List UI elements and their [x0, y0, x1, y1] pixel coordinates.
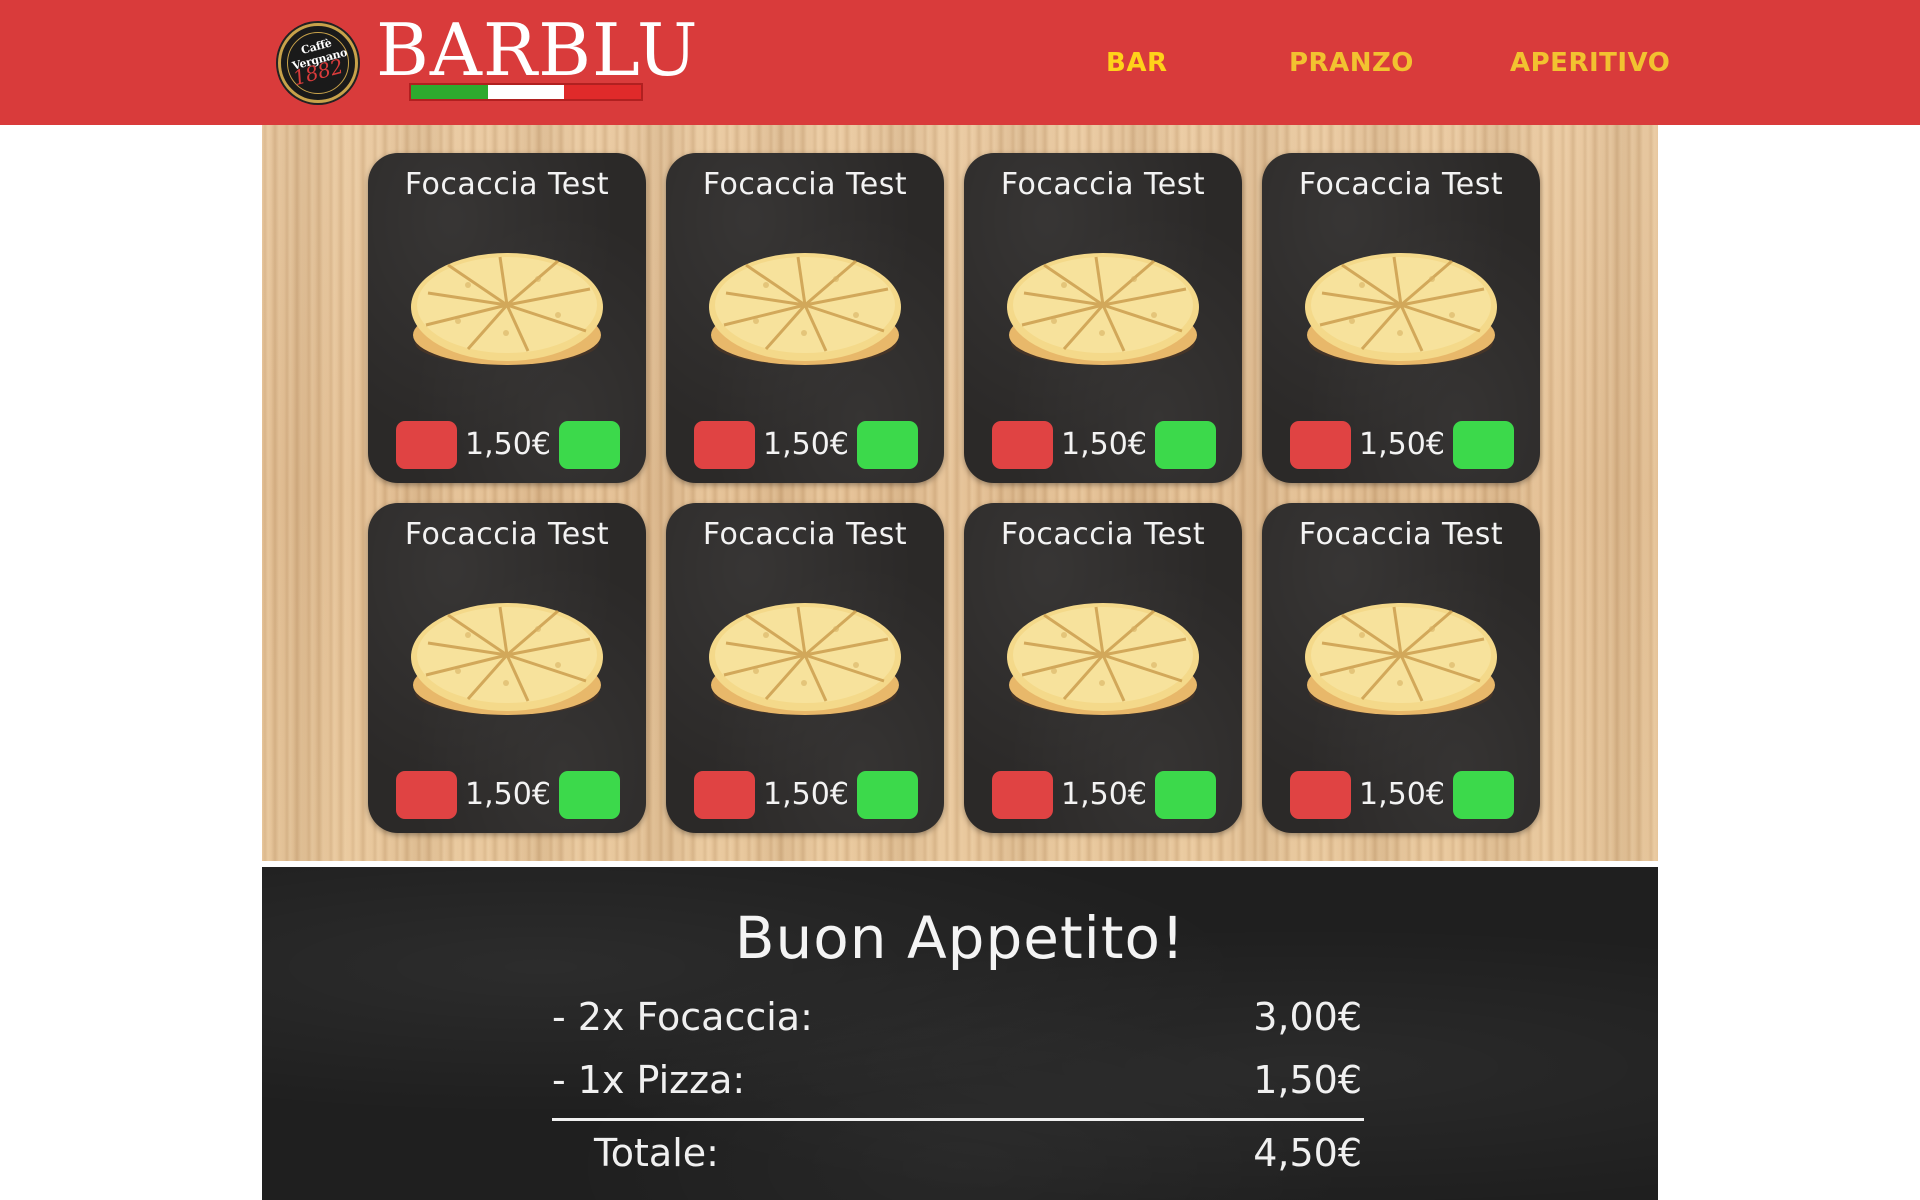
product-card: Focaccia Test 1,50€	[368, 153, 646, 483]
product-card: Focaccia Test 1,50€	[1262, 503, 1540, 833]
order-summary-board: Buon Appetito! - 2x Focaccia: 3,00€ - 1x…	[262, 867, 1658, 1200]
summary-total: Totale: 4,50€	[552, 1128, 1362, 1178]
summary-line-amount: 3,00€	[1253, 995, 1362, 1039]
flag-red	[564, 85, 642, 99]
focaccia-image	[1007, 603, 1199, 715]
summary-line-label: - 2x Focaccia:	[552, 995, 813, 1039]
header-bar: Caffè Vergnano 1882 BARBLU BAR PRANZO AP…	[0, 0, 1920, 125]
product-image	[706, 245, 904, 371]
product-name: Focaccia Test	[1000, 167, 1206, 202]
product-price: 1,50€	[763, 777, 849, 812]
product-name: Focaccia Test	[404, 167, 610, 202]
product-name: Focaccia Test	[1298, 167, 1504, 202]
focaccia-image	[1305, 253, 1497, 365]
summary-total-amount: 4,50€	[1253, 1131, 1362, 1175]
add-item-button[interactable]	[1453, 771, 1514, 819]
summary-line-label: - 1x Pizza:	[552, 1058, 746, 1102]
product-price: 1,50€	[1359, 427, 1445, 462]
product-image	[408, 245, 606, 371]
focaccia-image	[709, 253, 901, 365]
caffe-vergnano-logo: Caffè Vergnano 1882	[278, 23, 358, 103]
focaccia-image	[1305, 603, 1497, 715]
add-item-button[interactable]	[1453, 421, 1514, 469]
product-image	[1004, 595, 1202, 721]
product-price: 1,50€	[763, 427, 849, 462]
focaccia-image	[411, 253, 603, 365]
add-item-button[interactable]	[1155, 771, 1216, 819]
remove-item-button[interactable]	[396, 421, 457, 469]
brand-name: BARBLU	[376, 8, 699, 92]
product-image	[408, 595, 606, 721]
product-card: Focaccia Test 1,50€	[666, 153, 944, 483]
flag-white	[487, 85, 565, 99]
remove-item-button[interactable]	[694, 771, 755, 819]
remove-item-button[interactable]	[1290, 771, 1351, 819]
product-card: Focaccia Test 1,50€	[666, 503, 944, 833]
nav-tab-aperitivo[interactable]: APERITIVO	[1510, 43, 1670, 83]
product-image	[1302, 595, 1500, 721]
add-item-button[interactable]	[559, 771, 620, 819]
focaccia-image	[709, 603, 901, 715]
product-name: Focaccia Test	[1298, 517, 1504, 552]
focaccia-image	[411, 603, 603, 715]
product-image	[1004, 245, 1202, 371]
product-price: 1,50€	[465, 427, 551, 462]
product-card: Focaccia Test 1,50€	[964, 503, 1242, 833]
product-price: 1,50€	[1061, 427, 1147, 462]
product-name: Focaccia Test	[702, 167, 908, 202]
summary-line: - 2x Focaccia: 3,00€	[552, 992, 1362, 1042]
nav-tab-bar[interactable]: BAR	[1106, 43, 1167, 83]
product-price: 1,50€	[1061, 777, 1147, 812]
product-image	[1302, 245, 1500, 371]
remove-item-button[interactable]	[992, 421, 1053, 469]
flag-green	[411, 85, 488, 99]
add-item-button[interactable]	[1155, 421, 1216, 469]
remove-item-button[interactable]	[1290, 421, 1351, 469]
product-area: Focaccia Test 1,50€ Focaccia Test 1,50€ Foca…	[262, 125, 1658, 861]
product-name: Focaccia Test	[702, 517, 908, 552]
summary-divider	[552, 1118, 1364, 1121]
product-price: 1,50€	[465, 777, 551, 812]
product-grid: Focaccia Test 1,50€ Focaccia Test 1,50€ Foca…	[368, 153, 1540, 833]
remove-item-button[interactable]	[694, 421, 755, 469]
nav-tab-pranzo[interactable]: PRANZO	[1289, 43, 1414, 83]
italian-flag-stripe	[409, 83, 643, 101]
product-card: Focaccia Test 1,50€	[368, 503, 646, 833]
product-card: Focaccia Test 1,50€	[964, 153, 1242, 483]
remove-item-button[interactable]	[992, 771, 1053, 819]
product-name: Focaccia Test	[404, 517, 610, 552]
product-card: Focaccia Test 1,50€	[1262, 153, 1540, 483]
summary-title: Buon Appetito!	[734, 904, 1186, 972]
add-item-button[interactable]	[857, 771, 918, 819]
product-name: Focaccia Test	[1000, 517, 1206, 552]
summary-line: - 1x Pizza: 1,50€	[552, 1055, 1362, 1105]
add-item-button[interactable]	[857, 421, 918, 469]
add-item-button[interactable]	[559, 421, 620, 469]
product-image	[706, 595, 904, 721]
product-price: 1,50€	[1359, 777, 1445, 812]
summary-total-label: Totale:	[594, 1131, 719, 1175]
summary-line-amount: 1,50€	[1253, 1058, 1362, 1102]
remove-item-button[interactable]	[396, 771, 457, 819]
focaccia-image	[1007, 253, 1199, 365]
